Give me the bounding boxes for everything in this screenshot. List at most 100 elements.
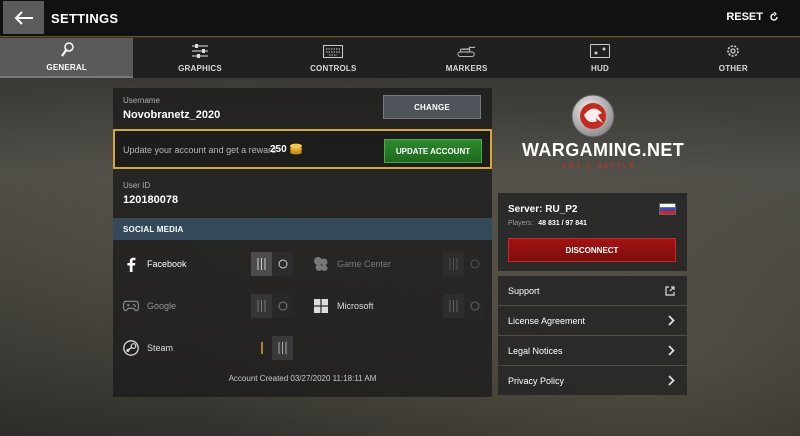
social-label: Game Center xyxy=(337,259,392,269)
change-username-button[interactable]: CHANGE xyxy=(383,95,481,119)
wrench-icon xyxy=(57,42,77,58)
gear-icon xyxy=(723,43,743,59)
link-license-agreement[interactable]: License Agreement xyxy=(498,306,687,335)
toggle-bars-icon xyxy=(449,258,458,270)
external-link-icon xyxy=(665,285,675,296)
players-count: Players: 48 831 / 97 841 xyxy=(508,220,587,227)
tab-label: CONTROLS xyxy=(310,64,357,73)
link-label: License Agreement xyxy=(508,315,586,326)
toggle-circle-icon xyxy=(470,259,479,269)
facebook-icon xyxy=(123,256,139,272)
brand-name: WARGAMING.NET xyxy=(522,140,685,160)
social-label: Google xyxy=(147,301,177,311)
toggle-bars-icon xyxy=(278,342,287,354)
tank-icon xyxy=(457,43,477,59)
settings-tabs: GENERAL GRAPHICS CONTROLS MARKERS HUD OT… xyxy=(0,38,800,78)
reset-label: RESET xyxy=(726,11,763,23)
toggle-on-part xyxy=(443,294,464,318)
microsoft-toggle[interactable] xyxy=(443,294,485,318)
server-panel: Server: RU_P2 Players: 48 831 / 97 841 D… xyxy=(498,193,687,271)
tab-hud[interactable]: HUD xyxy=(533,38,666,78)
gold-coins-icon xyxy=(290,143,302,155)
link-support[interactable]: Support xyxy=(498,276,687,305)
chevron-right-icon xyxy=(668,345,675,356)
toggle-circle-icon xyxy=(278,301,287,311)
gamepad-icon xyxy=(123,298,139,314)
toggle-off-part xyxy=(251,336,272,360)
update-account-button[interactable]: UPDATE ACCOUNT xyxy=(384,139,482,163)
info-links: Support License Agreement Legal Notices … xyxy=(498,276,687,396)
toggle-circle-icon xyxy=(470,301,479,311)
social-label: Microsoft xyxy=(337,301,374,311)
tab-label: HUD xyxy=(591,64,609,73)
players-label: Players: xyxy=(508,220,534,227)
players-value: 48 831 / 97 841 xyxy=(538,220,587,227)
change-label: CHANGE xyxy=(414,102,450,112)
username-value: Novobranetz_2020 xyxy=(123,109,221,121)
toggle-circle-icon xyxy=(278,259,287,269)
userid-value: 120180078 xyxy=(123,194,179,206)
toggle-bars-icon xyxy=(257,300,266,312)
account-created-date: Account Created 03/27/2020 11:18:11 AM xyxy=(228,374,377,383)
tab-other[interactable]: OTHER xyxy=(667,38,800,78)
chevron-right-icon xyxy=(668,375,675,386)
toggle-on-part xyxy=(272,336,293,360)
chevron-right-icon xyxy=(668,315,675,326)
toggle-indicator-icon xyxy=(260,342,263,354)
userid-label: User ID xyxy=(123,181,151,190)
tab-general[interactable]: GENERAL xyxy=(0,38,134,78)
tab-graphics[interactable]: GRAPHICS xyxy=(133,38,266,78)
top-bar: SETTINGS RESET xyxy=(0,0,800,37)
wargaming-logo-icon xyxy=(571,94,615,138)
social-label: Facebook xyxy=(147,259,187,269)
tab-label: GENERAL xyxy=(46,63,87,72)
windows-icon xyxy=(313,298,329,314)
reward-amount: 250 xyxy=(270,144,287,155)
sliders-icon xyxy=(190,43,210,59)
reset-icon xyxy=(770,12,778,21)
tab-label: GRAPHICS xyxy=(178,64,222,73)
steam-toggle[interactable] xyxy=(251,336,293,360)
tab-label: MARKERS xyxy=(445,64,488,73)
reset-button[interactable]: RESET xyxy=(726,11,779,23)
social-label: Steam xyxy=(147,343,174,353)
toggle-on-part xyxy=(251,294,272,318)
hud-icon xyxy=(589,43,610,59)
username-label: Username xyxy=(123,96,160,105)
page-title: SETTINGS xyxy=(51,11,119,26)
link-label: Legal Notices xyxy=(508,345,563,356)
disconnect-label: DISCONNECT xyxy=(565,245,619,255)
tab-controls[interactable]: CONTROLS xyxy=(267,38,400,78)
toggle-on-part xyxy=(251,252,272,276)
link-label: Privacy Policy xyxy=(508,375,565,386)
toggle-off-part xyxy=(464,252,485,276)
brand-tagline: LET'S BATTLE xyxy=(563,163,637,170)
toggle-off-part xyxy=(464,294,485,318)
arrow-left-icon xyxy=(14,10,33,25)
game-center-toggle[interactable] xyxy=(443,252,485,276)
toggle-on-part xyxy=(443,252,464,276)
google-toggle[interactable] xyxy=(251,294,293,318)
server-name: Server: RU_P2 xyxy=(508,204,578,215)
disconnect-button[interactable]: DISCONNECT xyxy=(508,238,676,262)
brand-logo: WARGAMING.NET LET'S BATTLE xyxy=(498,88,687,188)
link-label: Support xyxy=(508,285,540,296)
toggle-off-part xyxy=(272,294,293,318)
tab-label: OTHER xyxy=(718,64,748,73)
russia-flag-icon xyxy=(659,203,676,215)
reward-banner: Update your account and get a reward 250… xyxy=(113,129,492,169)
toggle-bars-icon xyxy=(257,258,266,270)
steam-icon xyxy=(123,340,139,356)
back-button[interactable] xyxy=(3,1,44,34)
keyboard-icon xyxy=(323,43,344,59)
facebook-toggle[interactable] xyxy=(251,252,293,276)
social-media-header: SOCIAL MEDIA xyxy=(113,218,492,240)
toggle-off-part xyxy=(272,252,293,276)
tab-markers[interactable]: MARKERS xyxy=(400,38,533,78)
link-privacy-policy[interactable]: Privacy Policy xyxy=(498,366,687,395)
game-center-icon xyxy=(313,256,329,272)
reward-text: Update your account and get a reward xyxy=(123,145,277,155)
link-legal-notices[interactable]: Legal Notices xyxy=(498,336,687,365)
toggle-bars-icon xyxy=(449,300,458,312)
update-account-label: UPDATE ACCOUNT xyxy=(395,146,471,156)
